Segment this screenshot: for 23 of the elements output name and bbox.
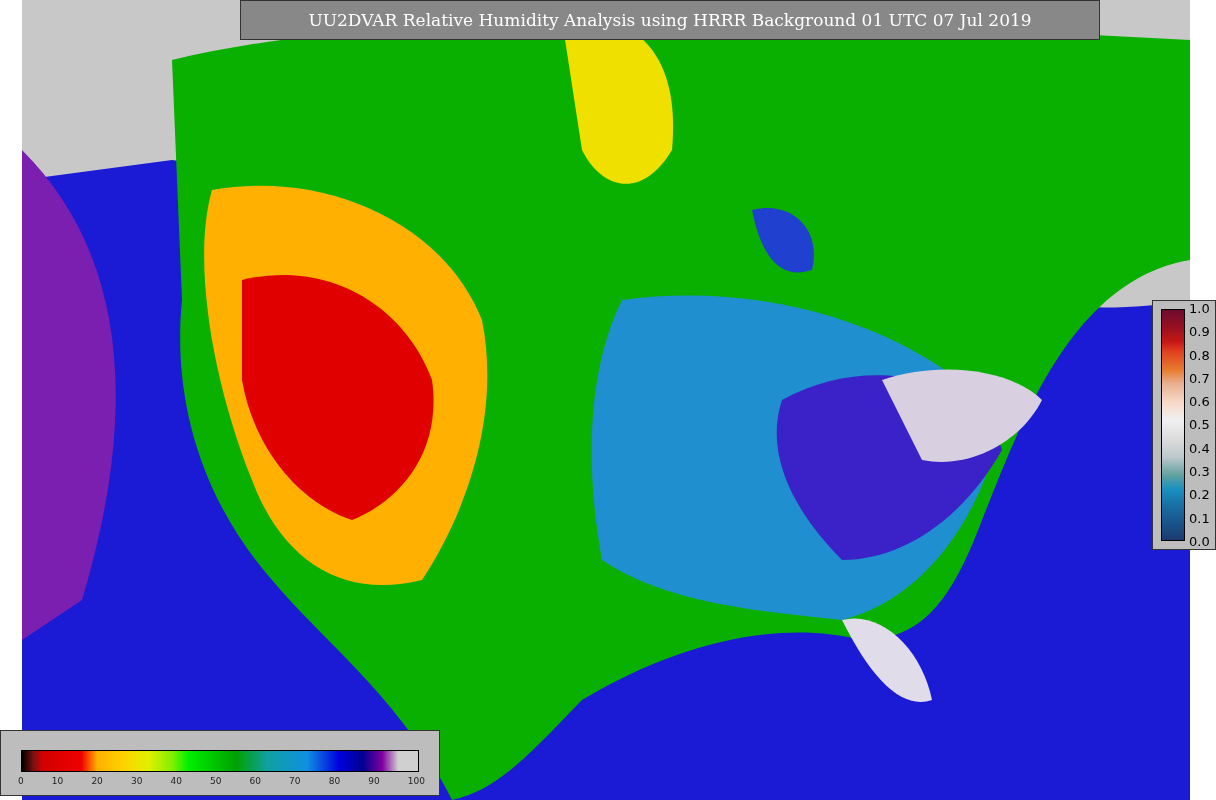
tick-label: 1.0: [1189, 301, 1210, 316]
tick-label: 0.9: [1189, 324, 1210, 340]
tick-label: 0.8: [1189, 347, 1210, 363]
tick-label: 80: [328, 776, 341, 786]
tick-label: 90: [368, 776, 380, 786]
tick-label: 0.3: [1189, 464, 1210, 480]
tick-label: 40: [170, 776, 182, 786]
tick-label: 0.2: [1189, 487, 1210, 503]
tick-label: 0.5: [1189, 417, 1210, 433]
tick-label: 0.1: [1189, 510, 1210, 526]
map-title: UU2DVAR Relative Humidity Analysis using HRRR Background 01 UTC 07 Jul 2019: [240, 0, 1100, 40]
tick-label: 0.0: [1189, 533, 1210, 549]
tick-label: 0.7: [1189, 370, 1210, 386]
tick-label: 0: [18, 776, 24, 786]
tick-label: 100: [407, 776, 425, 786]
tick-label: 50: [210, 776, 222, 786]
tick-label: 0.4: [1189, 440, 1210, 456]
tick-label: 30: [130, 776, 143, 786]
tick-label: 20: [91, 776, 103, 786]
tick-label: 70: [289, 776, 301, 786]
tick-label: 60: [249, 776, 261, 786]
tick-label: 10: [51, 776, 64, 786]
tick-label: 0.6: [1189, 394, 1210, 410]
